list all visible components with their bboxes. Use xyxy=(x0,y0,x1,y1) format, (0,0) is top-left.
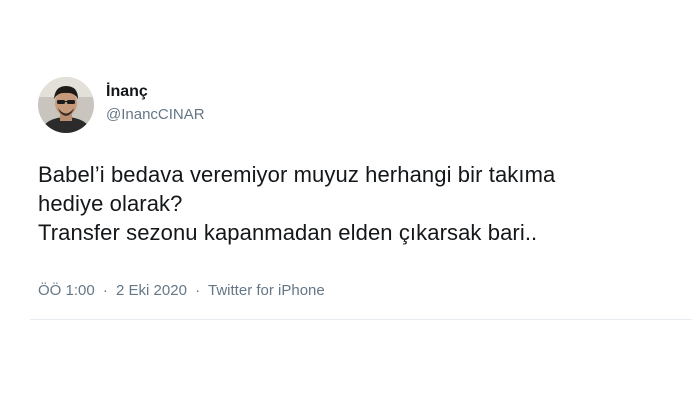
tweet-date[interactable]: 2 Eki 2020 xyxy=(116,282,187,299)
avatar[interactable] xyxy=(38,77,94,133)
author-text: İnanç @InancCINAR xyxy=(106,82,205,125)
tweet-card: İnanç @InancCINAR Babel’i bedava veremiy… xyxy=(0,0,700,405)
tweet-text-line: Transfer sezonu kapanmadan elden çıkarsa… xyxy=(38,220,538,245)
display-name[interactable]: İnanç xyxy=(106,82,205,102)
tweet-text-line: Babel’i bedava veremiyor muyuz herhangi … xyxy=(38,162,556,187)
divider xyxy=(30,319,692,320)
tweet-text-line: hediye olarak? xyxy=(38,191,183,216)
tweet-author[interactable]: İnanç @InancCINAR xyxy=(38,77,205,133)
meta-separator: · xyxy=(195,282,201,299)
tweet-time[interactable]: ÖÖ 1:00 xyxy=(38,282,95,299)
meta-separator: · xyxy=(102,282,108,299)
tweet-metadata: ÖÖ 1:00 · 2 Eki 2020 · Twitter for iPhon… xyxy=(38,281,325,301)
user-handle[interactable]: @InancCINAR xyxy=(106,105,205,125)
tweet-text: Babel’i bedava veremiyor muyuz herhangi … xyxy=(38,160,678,247)
profile-photo-icon xyxy=(38,77,94,133)
tweet-source[interactable]: Twitter for iPhone xyxy=(208,282,325,299)
